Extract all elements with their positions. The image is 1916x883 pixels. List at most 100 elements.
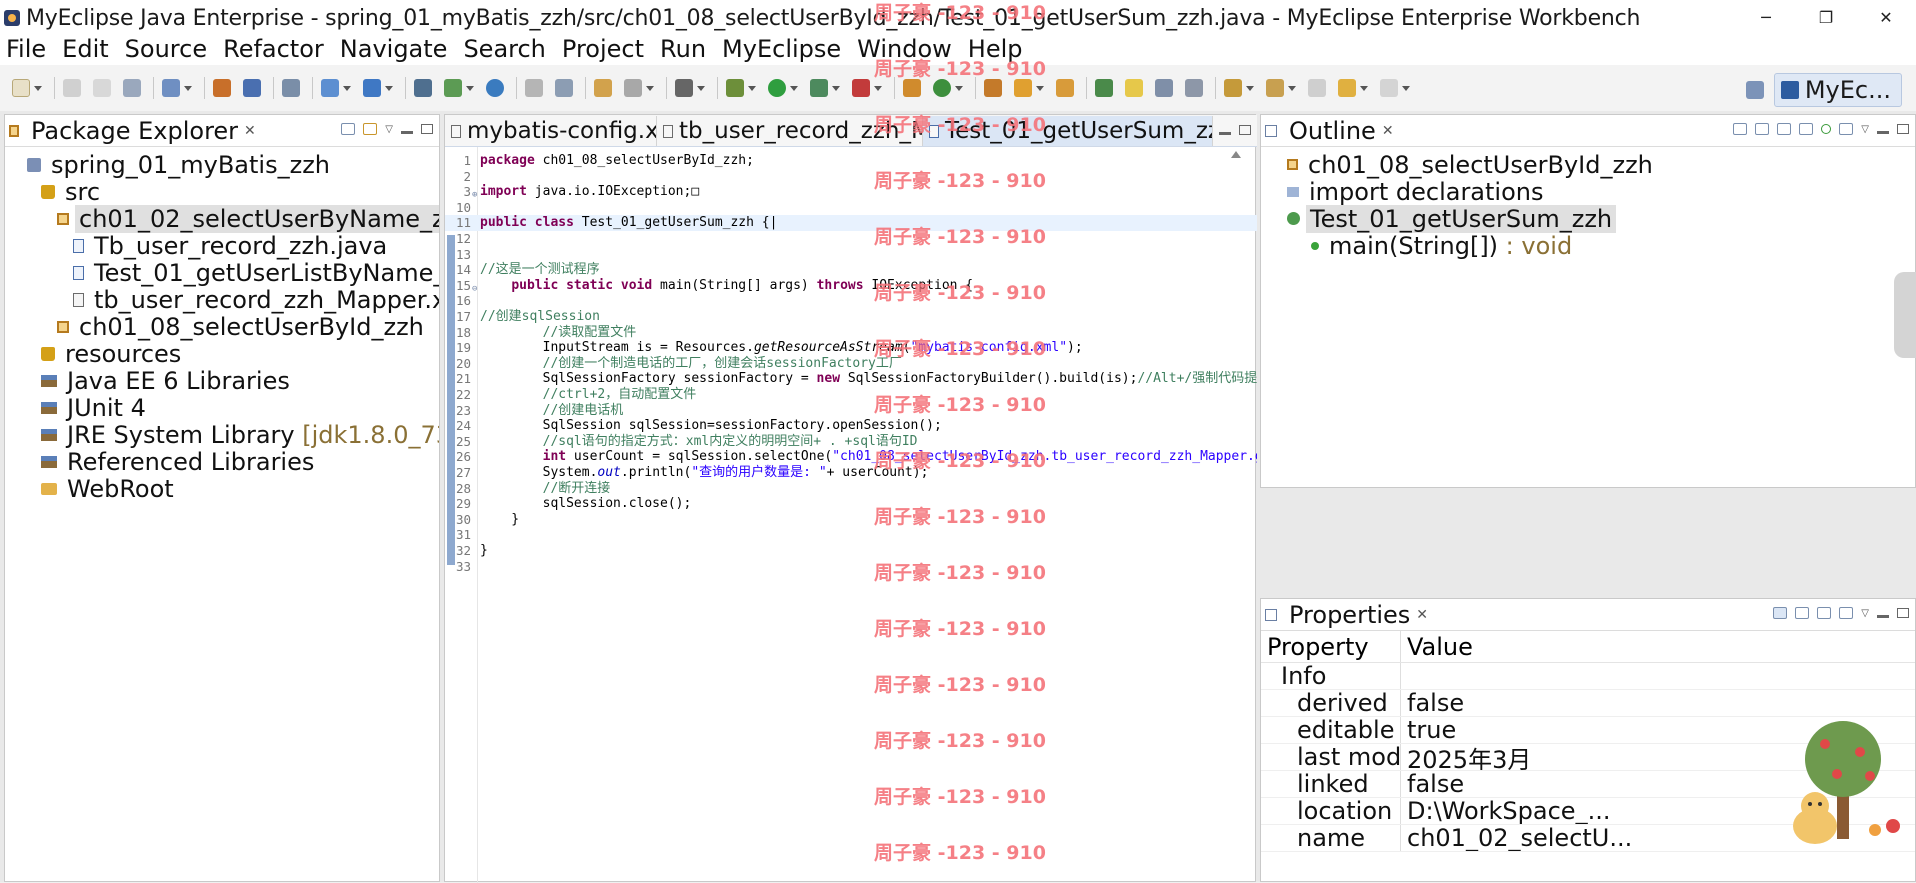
menu-file[interactable]: File xyxy=(6,35,46,63)
view-menu-icon[interactable]: ▽ xyxy=(385,124,393,135)
code-line[interactable]: 1 package ch01_08_selectUserById_zzh; xyxy=(445,153,1257,169)
sort-icon[interactable] xyxy=(1755,123,1770,135)
code-line[interactable]: 22 //ctrl+2，自动配置文件 xyxy=(445,387,1257,403)
close-window-button[interactable]: ✕ xyxy=(1856,0,1916,34)
open-folder-icon[interactable] xyxy=(1056,79,1074,97)
property-row[interactable]: derived false xyxy=(1261,690,1915,717)
property-group-info[interactable]: Info xyxy=(1261,663,1915,690)
code-line[interactable]: 23 //创建电话机 xyxy=(445,403,1257,419)
code-text-area[interactable]: 1 package ch01_08_selectUserById_zzh; 2 3 ⊕ i… xyxy=(445,147,1257,883)
properties-title[interactable]: Properties xyxy=(1289,601,1410,629)
close-icon[interactable]: ✕ xyxy=(1382,123,1394,139)
view-menu-icon[interactable]: ▽ xyxy=(1861,608,1869,619)
menu-help[interactable]: Help xyxy=(968,35,1023,63)
outline-item-package[interactable]: ch01_08_selectUserById_zzh xyxy=(1261,151,1915,179)
tree-item-package-selectuserbyname[interactable]: ch01_02_selectUserByName_zzh xyxy=(5,204,439,233)
code-line[interactable]: 21 SqlSessionFactory sessionFactory = ne… xyxy=(445,371,1257,387)
code-line[interactable]: 25 //sql语句的指定方式：xml内定义的明明空间+ . +sql语句ID xyxy=(445,434,1257,450)
menu-edit[interactable]: Edit xyxy=(62,35,108,63)
back-icon[interactable] xyxy=(1338,79,1356,97)
server-start-dropdown-icon[interactable] xyxy=(646,85,654,91)
code-line[interactable]: 19 InputStream is = Resources.getResourc… xyxy=(445,340,1257,356)
new-annotation-dropdown-icon[interactable] xyxy=(955,85,963,91)
new-package-icon[interactable] xyxy=(414,79,432,97)
minimize-button[interactable]: ─ xyxy=(1736,0,1796,34)
code-line[interactable]: 28 //断开连接 xyxy=(445,481,1257,497)
globe-icon[interactable] xyxy=(486,79,504,97)
print-icon[interactable] xyxy=(123,79,141,97)
new-java-project-icon[interactable] xyxy=(321,79,339,97)
new-interface-icon[interactable] xyxy=(903,79,921,97)
code-line[interactable]: 20 //创建一个制造电话的工厂，创建会话sessionFactory工厂 xyxy=(445,356,1257,372)
view-menu-icon[interactable]: ▽ xyxy=(1861,124,1869,135)
menu-source[interactable]: Source xyxy=(125,35,207,63)
deploy-icon[interactable] xyxy=(213,79,231,97)
hide-nonpublic-icon[interactable] xyxy=(1821,124,1832,134)
server-start-icon[interactable] xyxy=(624,79,642,97)
code-line[interactable]: 32} xyxy=(445,543,1257,559)
menu-run[interactable]: Run xyxy=(660,35,706,63)
forward-dropdown-icon[interactable] xyxy=(1402,85,1410,91)
code-line[interactable]: 31 xyxy=(445,527,1257,543)
close-icon[interactable]: ✕ xyxy=(1416,607,1428,623)
open-type-dropdown-icon[interactable] xyxy=(184,85,192,91)
toggle-mark-occurrences-icon[interactable] xyxy=(1095,79,1113,97)
minimize-view-icon[interactable] xyxy=(1877,614,1889,618)
myeclipse-perspective-button[interactable]: MyEc... xyxy=(1773,73,1902,107)
restore-button[interactable]: ❐ xyxy=(1796,0,1856,34)
code-line[interactable]: 10 xyxy=(445,200,1257,216)
tree-item-javaee-libraries[interactable]: Java EE 6 Libraries xyxy=(5,367,439,395)
column-header-value[interactable]: Value xyxy=(1401,631,1473,662)
external-tools-icon[interactable] xyxy=(852,79,870,97)
open-console-dropdown-icon[interactable] xyxy=(697,85,705,91)
property-row[interactable]: name ch01_02_selectU... xyxy=(1261,825,1915,852)
show-whitespace-icon[interactable] xyxy=(1185,79,1203,97)
next-annotation-dropdown-icon[interactable] xyxy=(1246,85,1254,91)
open-task-icon[interactable] xyxy=(984,79,1002,97)
toggle-breakpoint-icon[interactable] xyxy=(525,79,543,97)
side-scroll-handle[interactable] xyxy=(1894,272,1916,358)
coverage-icon[interactable] xyxy=(810,79,828,97)
next-annotation-icon[interactable] xyxy=(1224,79,1242,97)
open-perspective-icon[interactable] xyxy=(1745,81,1764,99)
previous-annotation-dropdown-icon[interactable] xyxy=(1288,85,1296,91)
code-line[interactable]: 3 ⊕ import java.io.IOException;□ xyxy=(445,184,1257,200)
menu-navigate[interactable]: Navigate xyxy=(340,35,448,63)
tab-mapper[interactable]: tb_user_record_zzh_Map xyxy=(657,116,923,146)
minimize-view-icon[interactable] xyxy=(401,130,413,134)
hide-local-types-icon[interactable] xyxy=(1839,123,1854,135)
search-dropdown-icon[interactable] xyxy=(1036,85,1044,91)
maximize-view-icon[interactable] xyxy=(421,124,433,134)
tree-item-junit[interactable]: JUnit 4 xyxy=(5,394,439,422)
new-server-icon[interactable] xyxy=(594,79,612,97)
new-web-project-dropdown-icon[interactable] xyxy=(385,85,393,91)
outline-item-main-method[interactable]: main(String[]) : void xyxy=(1261,232,1915,260)
code-line[interactable]: 30 } xyxy=(445,512,1257,528)
code-line[interactable]: 13 xyxy=(445,247,1257,263)
forward-icon[interactable] xyxy=(1380,79,1398,97)
maximize-editor-icon[interactable] xyxy=(1239,125,1251,135)
run-icon[interactable] xyxy=(768,79,786,97)
property-row[interactable]: last mod 2025年3月 xyxy=(1261,744,1915,771)
tab-test-getusersum[interactable]: Test_01_getUserSum_zzh. ✕ xyxy=(923,116,1213,146)
new-class-dropdown-icon[interactable] xyxy=(466,85,474,91)
new-annotation-icon[interactable] xyxy=(933,79,951,97)
tree-item-src[interactable]: src xyxy=(5,178,439,206)
tree-item-project[interactable]: spring_01_myBatis_zzh xyxy=(5,151,439,179)
run-dropdown-icon[interactable] xyxy=(790,85,798,91)
column-header-property[interactable]: Property xyxy=(1261,631,1401,662)
new-icon[interactable] xyxy=(12,79,30,97)
collapse-all-icon[interactable] xyxy=(1733,123,1748,135)
minimize-view-icon[interactable] xyxy=(1877,130,1889,134)
save-all-icon[interactable] xyxy=(93,79,111,97)
menu-search[interactable]: Search xyxy=(463,35,545,63)
menu-project[interactable]: Project xyxy=(562,35,644,63)
hide-fields-icon[interactable] xyxy=(1777,123,1792,135)
restore-default-icon[interactable] xyxy=(1817,607,1832,619)
maximize-view-icon[interactable] xyxy=(1897,608,1909,618)
pin-icon[interactable] xyxy=(1839,607,1854,619)
code-line[interactable]: 11 public class Test_01_getUserSum_zzh {| xyxy=(445,215,1257,232)
menu-window[interactable]: Window xyxy=(857,35,952,63)
last-edit-location-icon[interactable] xyxy=(1308,79,1326,97)
menu-refactor[interactable]: Refactor xyxy=(223,35,324,63)
